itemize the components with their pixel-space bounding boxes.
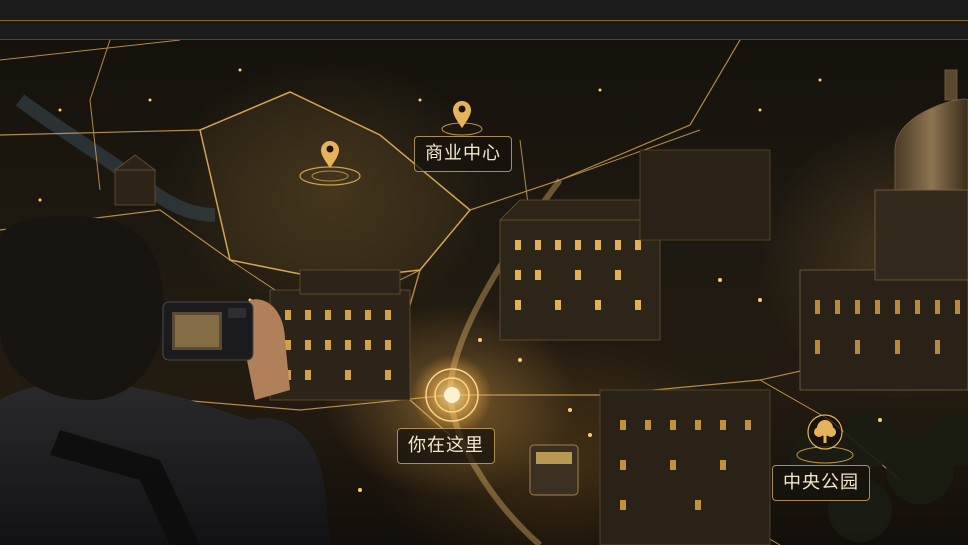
top-bar xyxy=(0,0,968,40)
top-bar-divider xyxy=(0,20,968,21)
map-pin-icon xyxy=(441,101,483,136)
poi-label-business-center[interactable]: 商业中心 xyxy=(414,136,512,172)
current-location-icon xyxy=(412,355,492,435)
district-boundary xyxy=(199,91,472,281)
tram xyxy=(529,444,579,496)
city-map-view[interactable]: 商业中心 你在这里 中央公园 xyxy=(0,40,968,545)
domed-cathedral xyxy=(799,69,968,391)
camera xyxy=(162,301,254,361)
poi-label-central-park[interactable]: 中央公园 xyxy=(772,465,870,501)
poi-label-you-are-here[interactable]: 你在这里 xyxy=(397,428,495,464)
